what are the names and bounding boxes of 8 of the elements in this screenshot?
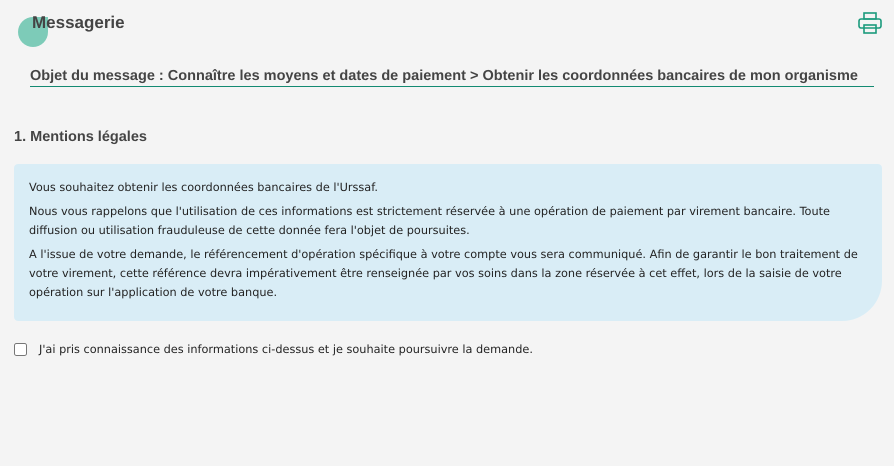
consent-checkbox[interactable] [14, 343, 27, 356]
notice-text: Vous souhaitez obtenir les coordonnées bancaires de l'Urssaf. [29, 180, 379, 196]
section-title: 1. Mentions légales [14, 129, 148, 145]
notice-text: A l'issue de votre demande, le référencement d'opération spécifique à votre compte vous sera communiqué. Afin de garantir le bon traitement de votre virement, cette référence devra impérativement être renseignée par vos soins dans la zone réservée à cet effet, lors de la saisie de votre opération sur l'application de votre banque. [29, 247, 859, 301]
consent-label: J'ai pris connaissance des informations ci-dessus et je souhaite poursuivre la demande. [39, 343, 533, 356]
printer-icon[interactable] [858, 12, 882, 34]
notice-text: Nous vous rappelons que l'utilisation de ces informations est strictement réservée à une opération de paiement par virement bancaire. Toute diffusion ou utilisation frauduleuse de cette donnée fera l'objet de poursuites. [29, 204, 832, 239]
message-subject: Objet du message : Connaître les moyens et dates de paiement > Obtenir les coordonnées bancaires de mon organisme [30, 68, 874, 87]
